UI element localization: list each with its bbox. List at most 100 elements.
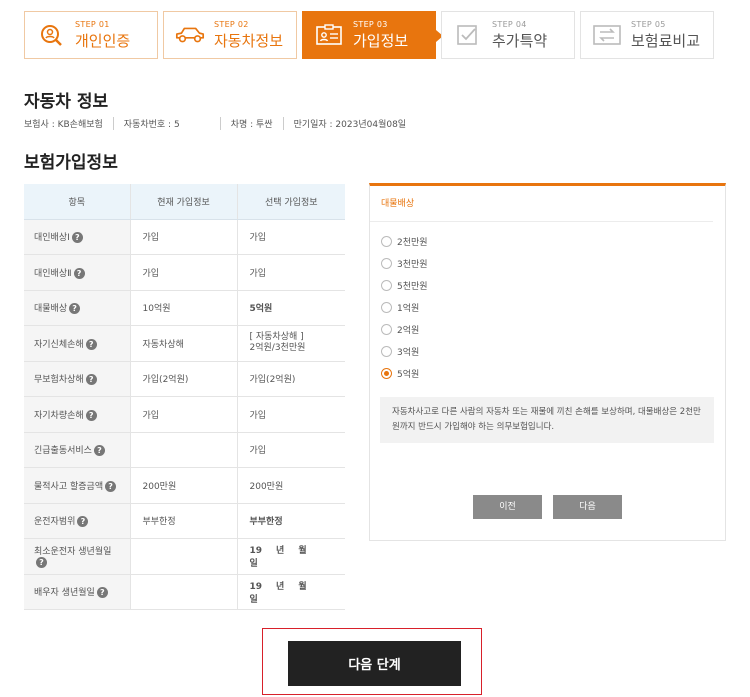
row-label: 대인배상Ⅱ? <box>24 254 131 291</box>
year-prefix: 19 <box>249 546 263 557</box>
table-row: 대인배상Ⅱ? 가입 가입 <box>24 254 345 291</box>
step-2-label: STEP 02 <box>214 19 249 29</box>
selected-value[interactable]: [ 자동차상해 ] 2억원/3천만원 <box>237 325 345 362</box>
step-progress: STEP 01 개인인증 STEP 02 자동차정보 STEP 03 가입정보 STE… <box>24 11 714 59</box>
coverage-option-label: 2억원 <box>397 325 420 336</box>
help-icon[interactable]: ? <box>85 374 97 386</box>
current-value: 가입 <box>130 254 238 291</box>
radio-button[interactable] <box>381 323 392 335</box>
prev-button[interactable]: 이전 <box>473 495 542 519</box>
coverage-option[interactable]: 5억원 <box>381 362 725 384</box>
selected-value[interactable]: 가입 <box>237 432 345 468</box>
radio-button[interactable] <box>381 367 392 379</box>
table-header-row: 항목 현재 가입정보 선택 가입정보 <box>24 184 345 220</box>
radio-button[interactable] <box>381 301 392 313</box>
step-5: STEP 05 보험료비교 <box>580 11 714 59</box>
help-icon[interactable]: ? <box>73 267 85 279</box>
insurance-table: 항목 현재 가입정보 선택 가입정보 대인배상Ⅰ? 가입 가입 대인배상Ⅱ? 가… <box>24 184 345 610</box>
step-3: STEP 03 가입정보 <box>302 11 443 59</box>
birthdate-selector[interactable]: 19 년 월일 <box>237 538 345 575</box>
row-label: 최소운전자 생년월일? <box>24 538 131 575</box>
step-5-label: STEP 05 <box>631 19 666 29</box>
panel-title: 대물배상 <box>370 186 713 222</box>
coverage-option[interactable]: 1억원 <box>381 296 725 318</box>
help-icon[interactable]: ? <box>85 338 97 350</box>
current-value: 10억원 <box>130 290 238 326</box>
next-step-highlight: 다음 단계 <box>262 628 482 695</box>
radio-button[interactable] <box>381 235 392 247</box>
table-row: 물적사고 할증금액? 200만원 200만원 <box>24 467 345 504</box>
coverage-option-label: 3천만원 <box>397 259 428 270</box>
row-label: 자기차량손해? <box>24 396 131 433</box>
coverage-option-label: 1억원 <box>397 303 420 314</box>
expiry-date-text: 만기일자 : 2023년04월08일 <box>293 120 407 130</box>
row-label-text: 자기신체손해 <box>34 339 84 350</box>
help-icon[interactable]: ? <box>71 232 83 244</box>
coverage-option-label: 2천만원 <box>397 237 428 248</box>
step-1: STEP 01 개인인증 <box>24 11 158 59</box>
table-row: 자기신체손해? 자동차상해 [ 자동차상해 ] 2억원/3천만원 <box>24 325 345 362</box>
row-label-text: 배우자 생년월일 <box>34 588 95 599</box>
help-icon[interactable]: ? <box>85 409 97 421</box>
step-1-label: STEP 01 <box>75 19 110 29</box>
table-row: 자기차량손해? 가입 가입 <box>24 396 345 433</box>
row-label: 운전자범위? <box>24 503 131 539</box>
selected-value[interactable]: 가입(2억원) <box>237 361 345 397</box>
selected-value[interactable]: 5억원 <box>237 290 345 326</box>
coverage-option-label: 5천만원 <box>397 281 428 292</box>
coverage-option[interactable]: 2천만원 <box>381 230 725 252</box>
selected-value[interactable]: 가입 <box>237 219 345 255</box>
coverage-option[interactable]: 5천만원 <box>381 274 725 296</box>
row-label: 긴급출동서비스? <box>24 432 131 468</box>
selected-value-line2: 2억원/3천만원 <box>249 343 306 354</box>
coverage-option[interactable]: 2억원 <box>381 318 725 340</box>
selected-value[interactable]: 가입 <box>237 254 345 291</box>
selected-value[interactable]: 200만원 <box>237 467 345 504</box>
current-value: 부부한정 <box>130 503 238 539</box>
table-row: 최소운전자 생년월일? 19 년 월일 <box>24 538 345 575</box>
step-2: STEP 02 자동차정보 <box>163 11 297 59</box>
help-icon[interactable]: ? <box>105 480 117 492</box>
compare-icon <box>591 19 623 51</box>
help-icon[interactable]: ? <box>77 516 89 528</box>
insurance-info-title: 보험가입정보 <box>24 153 118 173</box>
table-row: 운전자범위? 부부한정 부부한정 <box>24 503 345 539</box>
table-row: 대물배상? 10억원 5억원 <box>24 290 345 326</box>
step-1-name: 개인인증 <box>75 31 131 50</box>
row-label-text: 대인배상Ⅱ <box>34 268 72 279</box>
birthdate-selector[interactable]: 19 년 월일 <box>237 574 345 610</box>
row-label-text: 무보험차상해 <box>34 375 84 386</box>
row-label: 대물배상? <box>24 290 131 326</box>
radio-button[interactable] <box>381 257 392 269</box>
current-value <box>130 574 238 610</box>
row-label: 배우자 생년월일? <box>24 574 131 610</box>
step-3-name: 가입정보 <box>353 31 409 50</box>
current-value: 가입 <box>130 219 238 255</box>
coverage-option[interactable]: 3천만원 <box>381 252 725 274</box>
month-unit: 월 <box>298 581 307 592</box>
selected-value[interactable]: 가입 <box>237 396 345 433</box>
help-icon[interactable]: ? <box>96 587 108 599</box>
row-label-text: 긴급출동서비스 <box>34 446 92 457</box>
next-button[interactable]: 다음 <box>553 495 622 519</box>
selected-value[interactable]: 부부한정 <box>237 503 345 539</box>
header-current: 현재 가입정보 <box>130 184 238 220</box>
current-value: 가입(2억원) <box>130 361 238 397</box>
next-step-button[interactable]: 다음 단계 <box>288 641 461 686</box>
step-4-label: STEP 04 <box>492 19 527 29</box>
radio-button[interactable] <box>381 279 392 291</box>
radio-button[interactable] <box>381 345 392 357</box>
car-number-text: 자동차번호 : 5 <box>124 117 221 130</box>
coverage-option[interactable]: 3억원 <box>381 340 725 362</box>
row-label: 대인배상Ⅰ? <box>24 219 131 255</box>
row-label: 물적사고 할증금액? <box>24 467 131 504</box>
help-icon[interactable]: ? <box>93 445 105 457</box>
help-icon[interactable]: ? <box>36 557 47 569</box>
coverage-options: 2천만원 3천만원 5천만원 1억원 2억원 3억원 5억원 <box>370 222 725 384</box>
current-value: 자동차상해 <box>130 325 238 362</box>
table-row: 긴급출동서비스? 가입 <box>24 432 345 468</box>
step-3-label: STEP 03 <box>353 19 388 29</box>
year-unit: 년 <box>276 546 285 557</box>
help-icon[interactable]: ? <box>69 303 81 315</box>
current-value: 가입 <box>130 396 238 433</box>
